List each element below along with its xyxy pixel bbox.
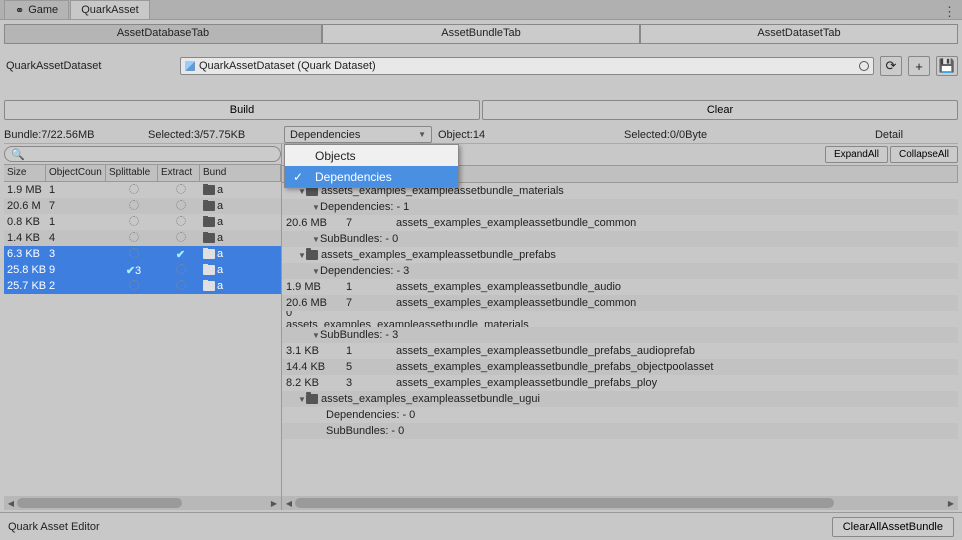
sub-tabs: AssetDatabaseTab AssetBundleTab AssetDat… bbox=[4, 24, 958, 44]
build-button[interactable]: Build bbox=[4, 100, 480, 120]
folder-icon bbox=[306, 250, 318, 260]
footer: Quark Asset Editor ClearAllAssetBundle bbox=[0, 512, 962, 540]
left-search[interactable]: 🔍 bbox=[4, 146, 281, 162]
selected-stat: Selected:3/57.75KB bbox=[148, 129, 278, 141]
table-row[interactable]: 25.7 KB2a bbox=[4, 278, 281, 294]
tree-row[interactable]: 8.2 KB3assets_examples_exampleassetbundl… bbox=[282, 375, 958, 391]
dataset-row: QuarkAssetDataset QuarkAssetDataset (Qua… bbox=[4, 56, 958, 76]
object-picker-icon[interactable] bbox=[859, 61, 869, 71]
tree-row[interactable]: 1.9 MB1assets_examples_exampleassetbundl… bbox=[282, 279, 958, 295]
collapseall-button[interactable]: CollapseAll bbox=[890, 146, 958, 163]
clear-button[interactable]: Clear bbox=[482, 100, 958, 120]
left-panel: 🔍 Size ObjectCoun Splittable Extract Bun… bbox=[4, 144, 282, 510]
dropdown-menu: Objects Dependencies bbox=[284, 144, 459, 188]
folder-icon bbox=[203, 249, 215, 259]
footer-label: Quark Asset Editor bbox=[8, 521, 100, 533]
folder-icon bbox=[203, 265, 215, 275]
table-row[interactable]: 1.4 KB4a bbox=[4, 230, 281, 246]
dataset-field[interactable]: QuarkAssetDataset (Quark Dataset) bbox=[180, 57, 874, 75]
refresh-button[interactable]: ⟳ bbox=[880, 56, 902, 76]
tree-row[interactable]: ▼SubBundles: - 0 bbox=[282, 231, 958, 247]
table-row[interactable]: 20.6 M7a bbox=[4, 198, 281, 214]
tree-row[interactable]: ▼Dependencies: - 3 bbox=[282, 263, 958, 279]
tree-row[interactable]: ▼SubBundles: - 3 bbox=[282, 327, 958, 343]
tree-row[interactable]: Dependencies: - 0 bbox=[282, 407, 958, 423]
add-button[interactable]: + bbox=[908, 56, 930, 76]
folder-icon bbox=[306, 394, 318, 404]
clearallassetbundle-button[interactable]: ClearAllAssetBundle bbox=[832, 517, 954, 537]
dd-dependencies[interactable]: Dependencies bbox=[285, 166, 458, 187]
table-row[interactable]: 6.3 KB3✔a bbox=[4, 246, 281, 262]
object-stat: Object:14 bbox=[438, 129, 618, 141]
folder-icon bbox=[203, 201, 215, 211]
selected-right-stat: Selected:0/0Byte bbox=[624, 129, 814, 141]
tree-row[interactable]: ▼ assets_examples_exampleassetbundle_ugu… bbox=[282, 391, 958, 407]
col-bundle[interactable]: Bund bbox=[200, 165, 281, 181]
folder-icon bbox=[203, 217, 215, 227]
table-row[interactable]: 25.8 KB9✔3a bbox=[4, 262, 281, 278]
tree-row[interactable]: 14.4 KB5assets_examples_exampleassetbund… bbox=[282, 359, 958, 375]
tab-quarkasset[interactable]: QuarkAsset bbox=[70, 0, 149, 19]
tab-assetdatabase[interactable]: AssetDatabaseTab bbox=[4, 24, 322, 44]
detail-label: Detail bbox=[820, 129, 958, 141]
col-size[interactable]: Size bbox=[4, 165, 46, 181]
tree-row[interactable]: 20.6 MB7assets_examples_exampleassetbund… bbox=[282, 215, 958, 231]
tree-row[interactable]: ▼Dependencies: - 1 bbox=[282, 199, 958, 215]
tab-assetdataset[interactable]: AssetDatasetTab bbox=[640, 24, 958, 44]
tree-row[interactable]: ▼ assets_examples_exampleassetbundle_pre… bbox=[282, 247, 958, 263]
folder-icon bbox=[203, 185, 215, 195]
dd-objects[interactable]: Objects bbox=[285, 145, 458, 166]
tab-assetbundle[interactable]: AssetBundleTab bbox=[322, 24, 640, 44]
expandall-button[interactable]: ExpandAll bbox=[825, 146, 888, 163]
folder-icon bbox=[203, 281, 215, 291]
dependencies-dropdown[interactable]: Dependencies▼ Objects Dependencies bbox=[284, 126, 432, 143]
dataset-label: QuarkAssetDataset bbox=[4, 60, 174, 72]
tree-row[interactable]: SubBundles: - 0 bbox=[282, 423, 958, 439]
col-objectcount[interactable]: ObjectCoun bbox=[46, 165, 106, 181]
left-rows: 1.9 MB1a20.6 M7a0.8 KB1a1.4 KB4a6.3 KB3✔… bbox=[4, 182, 281, 496]
right-scrollbar[interactable]: ◀▶ bbox=[282, 496, 958, 510]
window-tabs: ⚭Game QuarkAsset ⋮ bbox=[0, 0, 962, 20]
menu-icon[interactable]: ⋮ bbox=[943, 4, 956, 20]
col-splittable[interactable]: Splittable bbox=[106, 165, 158, 181]
link-icon: ⚭ bbox=[15, 4, 24, 17]
table-row[interactable]: 1.9 MB1a bbox=[4, 182, 281, 198]
tree-row[interactable]: 3.1 KB1assets_examples_exampleassetbundl… bbox=[282, 343, 958, 359]
tab-game[interactable]: ⚭Game bbox=[4, 0, 69, 19]
left-scrollbar[interactable]: ◀▶ bbox=[4, 496, 281, 510]
right-panel: ExpandAll CollapseAll ▼ assets_examples_… bbox=[282, 144, 958, 510]
right-rows: ▼ assets_examples_exampleassetbundle_mat… bbox=[282, 183, 958, 496]
main-area: AssetDatabaseTab AssetBundleTab AssetDat… bbox=[0, 20, 962, 512]
folder-icon bbox=[203, 233, 215, 243]
bundle-stat: Bundle:7/22.56MB bbox=[4, 129, 142, 141]
search-icon: 🔍 bbox=[11, 148, 25, 161]
col-extract[interactable]: Extract bbox=[158, 165, 200, 181]
table-row[interactable]: 0.8 KB1a bbox=[4, 214, 281, 230]
save-button[interactable]: 💾 bbox=[936, 56, 958, 76]
quark-icon bbox=[185, 61, 195, 71]
tree-row[interactable]: 0assets_examples_exampleassetbundle_mate… bbox=[282, 311, 958, 327]
tree-row[interactable]: 20.6 MB7assets_examples_exampleassetbund… bbox=[282, 295, 958, 311]
